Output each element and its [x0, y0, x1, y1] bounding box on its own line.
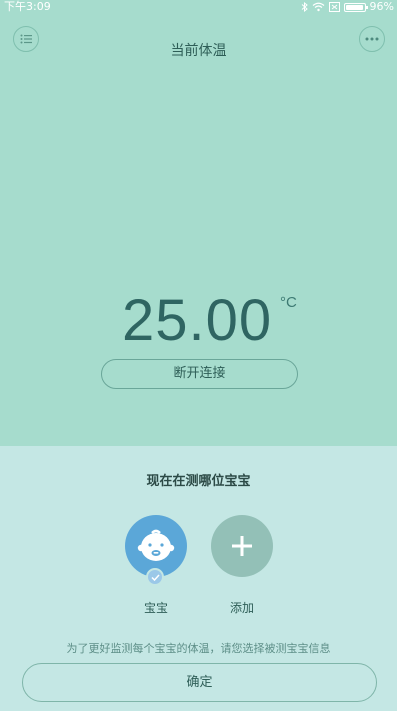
battery-percent: 96%	[369, 0, 394, 13]
disconnect-button[interactable]: 断开连接	[101, 359, 298, 389]
sim-icon	[328, 2, 340, 12]
bluetooth-icon	[301, 2, 308, 12]
status-icons: 96%	[301, 0, 394, 14]
wifi-icon	[312, 2, 324, 12]
more-icon	[365, 37, 379, 41]
panel-title: 现在在测哪位宝宝	[146, 474, 251, 489]
battery-icon	[343, 2, 368, 12]
selected-badge	[146, 568, 164, 586]
confirm-button[interactable]: 确定	[22, 663, 377, 702]
page-title: 当前体温	[170, 43, 227, 59]
temperature-reading: 25.00 °C	[0, 286, 397, 356]
baby-profile-label: 宝宝	[143, 601, 168, 615]
temperature-value: 25.00	[122, 288, 273, 353]
status-bar: 下午3:09 96%	[0, 0, 397, 14]
more-button[interactable]	[359, 26, 385, 52]
hint-text: 为了更好监测每个宝宝的体温，请您选择被测宝宝信息	[66, 642, 331, 655]
status-time: 下午3:09	[4, 0, 51, 13]
add-profile-label: 添加	[229, 601, 254, 615]
check-icon	[150, 573, 160, 581]
add-profile-button[interactable]	[211, 515, 273, 577]
plus-icon	[232, 536, 252, 556]
temperature-unit: °C	[280, 294, 297, 311]
baby-select-panel: 现在在测哪位宝宝 宝宝 添加 为了更好监测每个宝宝的体温，请您选择被测宝宝信息 …	[0, 446, 397, 711]
